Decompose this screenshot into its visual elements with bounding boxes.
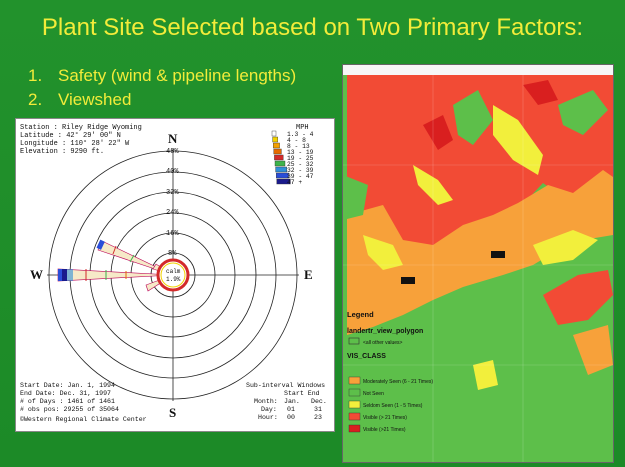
map-class-title: VIS_CLASS bbox=[347, 353, 386, 360]
map-class-label: Seldom Seen (1 - 5 Times) bbox=[363, 403, 423, 409]
map-class-label: Not Seen bbox=[363, 391, 384, 397]
subint-title: Sub-interval Windows bbox=[246, 382, 325, 389]
ring-label: 32% bbox=[166, 189, 179, 197]
start-date: Start Date: Jan. 1, 1994 bbox=[20, 382, 115, 389]
legend-swatch bbox=[273, 148, 282, 155]
legend-swatch bbox=[274, 154, 284, 161]
end-date: End Date: Dec. 31, 1997 bbox=[20, 390, 111, 397]
compass-west: W bbox=[30, 267, 43, 282]
legend-swatch bbox=[273, 142, 280, 149]
elevation-line: Elevation : 9290 ft. bbox=[20, 148, 104, 156]
days-count: # of Days : 1461 of 1461 bbox=[20, 398, 115, 405]
map-class-swatch bbox=[348, 412, 361, 421]
map-class-swatch bbox=[348, 424, 361, 433]
rose-petals bbox=[57, 239, 174, 292]
legend-swatch bbox=[274, 160, 286, 167]
subint-start: 00 bbox=[287, 414, 295, 421]
map-class-label: Visible (> 21 Times) bbox=[363, 415, 407, 421]
subint-key: Month: bbox=[254, 398, 278, 405]
subint-head: Start End bbox=[284, 390, 320, 397]
plant-site-marker bbox=[401, 277, 415, 284]
bullet-item: 1. Safety (wind & pipeline lengths) bbox=[28, 64, 296, 88]
map-class-swatch bbox=[348, 388, 361, 397]
ring-label: 24% bbox=[166, 209, 179, 217]
wind-rose-svg: Station : Riley Ridge Wyoming Latitude :… bbox=[20, 124, 327, 423]
calm-label: calm bbox=[166, 268, 181, 275]
bullet-text: Viewshed bbox=[58, 90, 132, 109]
legend-swatch bbox=[272, 136, 279, 143]
latitude-line: Latitude : 42° 29' 00" N bbox=[20, 131, 121, 140]
map-class-label: Moderately Seen (6 - 21 Times) bbox=[363, 379, 433, 385]
viewshed-map-panel: Legend landertr_view_polygon <all other … bbox=[342, 64, 614, 463]
bullet-number: 2. bbox=[28, 90, 43, 109]
map-layer-name: landertr_view_polygon bbox=[347, 328, 423, 335]
map-class-swatch bbox=[348, 400, 361, 409]
wind-rose-panel: Station : Riley Ridge Wyoming Latitude :… bbox=[15, 118, 335, 432]
subint-end: 23 bbox=[314, 414, 322, 421]
station-line: Station : Riley Ridge Wyoming bbox=[20, 124, 142, 132]
subint-end: 31 bbox=[314, 406, 322, 413]
ring-label: 8% bbox=[168, 250, 177, 258]
ring-label: 48% bbox=[166, 148, 179, 156]
slide-background: Plant Site Selected based on Two Primary… bbox=[0, 0, 625, 467]
subint-start: 01 bbox=[287, 406, 295, 413]
slide-title: Plant Site Selected based on Two Primary… bbox=[41, 14, 584, 41]
credit: ©Western Regional Climate Center bbox=[20, 415, 147, 423]
legend-swatch bbox=[275, 166, 288, 173]
compass-east: E bbox=[304, 267, 313, 282]
legend-item: 47 + bbox=[287, 179, 302, 186]
map-class-swatch bbox=[348, 376, 361, 385]
compass-south: S bbox=[169, 405, 176, 420]
compass-north: N bbox=[168, 131, 178, 146]
bullet-text: Safety (wind & pipeline lengths) bbox=[58, 66, 297, 85]
viewshed-map-svg: Legend landertr_view_polygon <all other … bbox=[343, 65, 613, 462]
calm-circle: calm 1.9% bbox=[156, 258, 190, 292]
subint-key: Day: bbox=[261, 406, 277, 413]
legend-swatch bbox=[271, 130, 277, 137]
map-other-values: <all other values> bbox=[363, 340, 403, 346]
map-class-label: Visible (>21 Times) bbox=[363, 427, 406, 433]
obs-count: # obs pos: 29255 of 35064 bbox=[20, 406, 119, 413]
ring-label: 40% bbox=[166, 168, 179, 176]
subint-end: Dec. bbox=[311, 398, 327, 405]
subint-start: Jan. bbox=[284, 398, 300, 405]
bullet-item: 2. Viewshed bbox=[28, 88, 296, 112]
longitude-line: Longitude : 110° 28' 22" W bbox=[20, 139, 130, 148]
plant-site-marker bbox=[491, 251, 505, 258]
subint-key: Hour: bbox=[258, 414, 278, 421]
calm-value: 1.9% bbox=[166, 276, 181, 283]
speed-legend: MPH 1.3 - 4 4 - 8 8 - 13 13 - 19 19 - 25… bbox=[271, 124, 314, 186]
bullet-number: 1. bbox=[28, 66, 43, 85]
ring-label: 16% bbox=[166, 230, 179, 238]
bullet-list: 1. Safety (wind & pipeline lengths) 2. V… bbox=[28, 64, 296, 112]
map-legend-title: Legend bbox=[347, 310, 374, 319]
